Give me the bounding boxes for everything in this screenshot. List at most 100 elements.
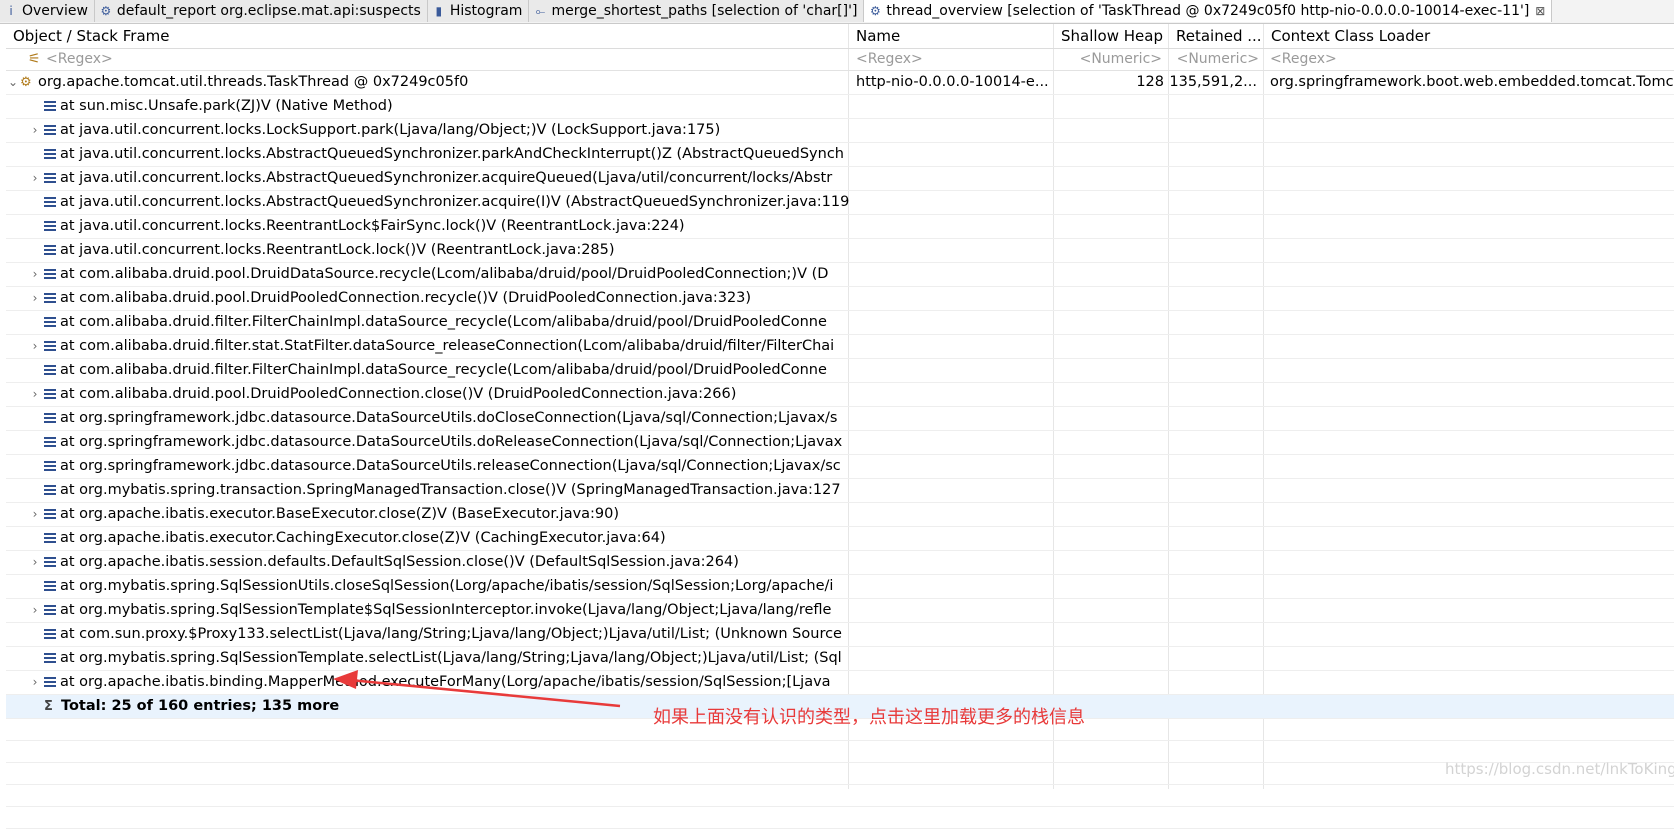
stack-frame-row[interactable]: › at java.util.concurrent.locks.AbstractQ… xyxy=(6,167,1674,191)
expand-chevron-icon[interactable]: › xyxy=(28,551,42,574)
stack-frame-label: at java.util.concurrent.locks.LockSuppor… xyxy=(60,122,721,138)
tab-label: Overview xyxy=(22,3,88,19)
stack-frame-label: at java.util.concurrent.locks.AbstractQu… xyxy=(60,170,833,186)
stack-frame-label: at java.util.concurrent.locks.AbstractQu… xyxy=(60,194,850,210)
stack-frame-icon xyxy=(44,293,56,303)
filter-loader-input[interactable]: <Regex> xyxy=(1270,49,1670,70)
stack-frame-row[interactable]: › at com.alibaba.druid.pool.DruidPooledCo… xyxy=(6,287,1674,311)
thread-row[interactable]: ⌄ ⚙ org.apache.tomcat.util.threads.TaskThr… xyxy=(6,71,1674,95)
filter-name-input[interactable]: <Regex> xyxy=(856,49,1046,70)
stack-frame-row[interactable]: › at org.apache.ibatis.executor.BaseExecu… xyxy=(6,503,1674,527)
stack-frame-row[interactable]: › at com.alibaba.druid.filter.stat.StatFi… xyxy=(6,335,1674,359)
stack-frame-row[interactable]: › at com.alibaba.druid.pool.DruidDataSour… xyxy=(6,263,1674,287)
filter-shallow-input[interactable]: <Numeric> xyxy=(1054,49,1162,70)
empty-row xyxy=(6,741,1674,763)
stack-frame-label: at org.apache.ibatis.binding.MapperMetho… xyxy=(60,674,831,690)
column-header-object[interactable]: Object / Stack Frame xyxy=(6,24,848,48)
stack-frame-row[interactable]: at org.springframework.jdbc.datasource.D… xyxy=(6,455,1674,479)
stack-frame-label: at java.util.concurrent.locks.ReentrantL… xyxy=(60,218,685,234)
stack-frame-row[interactable]: at java.util.concurrent.locks.ReentrantL… xyxy=(6,239,1674,263)
expand-chevron-icon[interactable]: › xyxy=(28,599,42,622)
stack-frame-icon xyxy=(44,173,56,183)
stack-frame-row[interactable]: at org.mybatis.spring.transaction.Spring… xyxy=(6,479,1674,503)
stack-frame-label: at com.alibaba.druid.pool.DruidPooledCon… xyxy=(60,290,752,306)
info-icon: i xyxy=(9,4,13,18)
stack-frame-icon xyxy=(44,269,56,279)
filter-retained-input[interactable]: <Numeric> xyxy=(1169,49,1259,70)
stack-frame-icon xyxy=(44,197,56,207)
column-header-context-class-loader[interactable]: Context Class Loader xyxy=(1264,24,1671,48)
editor-tab-bar: i Overview ⚙ default_report org.eclipse.mat… xyxy=(0,0,1674,24)
expand-chevron-icon[interactable]: › xyxy=(28,287,42,310)
stack-frame-row[interactable]: at java.util.concurrent.locks.AbstractQu… xyxy=(6,143,1674,167)
annotation-text: 如果上面没有认识的类型，点击这里加载更多的栈信息 xyxy=(653,707,1085,728)
stack-frame-icon xyxy=(44,533,56,543)
stack-frame-row[interactable]: at com.alibaba.druid.filter.FilterChainI… xyxy=(6,359,1674,383)
stack-frame-icon xyxy=(44,461,56,471)
stack-frame-icon xyxy=(44,677,56,687)
stack-frame-row[interactable]: › at java.util.concurrent.locks.LockSuppo… xyxy=(6,119,1674,143)
stack-frame-icon xyxy=(44,101,56,111)
thread-icon: ⚙ xyxy=(20,75,32,90)
tab-1[interactable]: ⚙ default_report org.eclipse.mat.api:susp… xyxy=(94,0,428,22)
stack-frame-row[interactable]: › at org.mybatis.spring.SqlSessionTemplat… xyxy=(6,599,1674,623)
stack-frame-label: at com.alibaba.druid.pool.DruidPooledCon… xyxy=(60,386,737,402)
column-header-retained[interactable]: Retained ... xyxy=(1169,24,1263,48)
collapse-chevron-icon[interactable]: ⌄ xyxy=(6,71,20,94)
stack-frame-label: at com.alibaba.druid.filter.FilterChainI… xyxy=(60,314,827,330)
stack-frame-label: at org.apache.ibatis.executor.CachingExe… xyxy=(60,530,666,546)
stack-frame-row[interactable]: at org.springframework.jdbc.datasource.D… xyxy=(6,431,1674,455)
expand-chevron-icon[interactable]: › xyxy=(28,119,42,142)
expand-chevron-icon[interactable]: › xyxy=(28,167,42,190)
stack-frame-row[interactable]: at com.alibaba.druid.filter.FilterChainI… xyxy=(6,311,1674,335)
stack-frame-icon xyxy=(44,509,56,519)
column-header-shallow-heap[interactable]: Shallow Heap xyxy=(1054,24,1168,48)
stack-frame-row[interactable]: at org.mybatis.spring.SqlSessionTemplate… xyxy=(6,647,1674,671)
stack-frame-row[interactable]: at org.apache.ibatis.executor.CachingExe… xyxy=(6,527,1674,551)
column-header-name[interactable]: Name xyxy=(849,24,1053,48)
stack-frame-row[interactable]: › at org.apache.ibatis.session.defaults.D… xyxy=(6,551,1674,575)
stack-frame-label: at org.mybatis.spring.SqlSessionTemplate… xyxy=(60,602,832,618)
expand-chevron-icon[interactable]: › xyxy=(28,383,42,406)
stack-frame-icon xyxy=(44,605,56,615)
stack-frame-row[interactable]: at java.util.concurrent.locks.ReentrantL… xyxy=(6,215,1674,239)
expand-chevron-icon[interactable]: › xyxy=(28,671,42,694)
stack-frame-icon xyxy=(44,389,56,399)
expand-chevron-icon[interactable]: › xyxy=(28,263,42,286)
filter-object-input[interactable]: <Regex> xyxy=(46,49,836,70)
stack-frame-icon xyxy=(44,437,56,447)
tab-label: thread_overview [selection of 'TaskThrea… xyxy=(886,3,1530,19)
thread-name: http-nio-0.0.0.0-10014-e... xyxy=(856,74,1049,90)
stack-frame-row[interactable]: at org.mybatis.spring.SqlSessionUtils.cl… xyxy=(6,575,1674,599)
filter-row: ⚟ <Regex> <Regex> <Numeric> <Numeric> <R… xyxy=(6,49,1674,71)
stack-frame-icon xyxy=(44,317,56,327)
stack-frame-icon xyxy=(44,341,56,351)
stack-frame-label: at org.springframework.jdbc.datasource.D… xyxy=(60,410,838,426)
expand-chevron-icon[interactable]: › xyxy=(28,335,42,358)
stack-frame-row[interactable]: at com.sun.proxy.$Proxy133.selectList(Lj… xyxy=(6,623,1674,647)
tab-0[interactable]: i Overview xyxy=(0,0,95,22)
stack-frame-row[interactable]: › at org.apache.ibatis.binding.MapperMeth… xyxy=(6,671,1674,695)
tab-3[interactable]: ⟜ merge_shortest_paths [selection of 'cha… xyxy=(529,0,865,22)
thread-shallow-heap: 128 xyxy=(1136,74,1164,90)
stack-frame-icon xyxy=(44,149,56,159)
filter-icon: ⚟ xyxy=(28,51,40,67)
expand-chevron-icon[interactable]: › xyxy=(28,503,42,526)
stack-frame-icon xyxy=(44,365,56,375)
stack-frame-icon xyxy=(44,245,56,255)
tab-label: Histogram xyxy=(449,3,523,19)
stack-frame-row[interactable]: at org.springframework.jdbc.datasource.D… xyxy=(6,407,1674,431)
stack-frame-label: at com.alibaba.druid.filter.FilterChainI… xyxy=(60,362,827,378)
stack-frame-icon xyxy=(44,653,56,663)
close-tab-icon[interactable]: ⊠ xyxy=(1535,4,1545,18)
empty-row xyxy=(6,763,1674,785)
stack-frame-row[interactable]: at java.util.concurrent.locks.AbstractQu… xyxy=(6,191,1674,215)
watermark: https://blog.csdn.net/lnkToKing xyxy=(1445,760,1674,778)
thread-icon: ⚙ xyxy=(870,4,881,18)
stack-frame-row[interactable]: › at com.alibaba.druid.pool.DruidPooledCo… xyxy=(6,383,1674,407)
stack-frame-row[interactable]: at sun.misc.Unsafe.park(ZJ)V (Native Met… xyxy=(6,95,1674,119)
tab-4[interactable]: ⚙ thread_overview [selection of 'TaskThre… xyxy=(864,0,1553,22)
table-header: Object / Stack Frame Name Shallow Heap R… xyxy=(6,24,1674,49)
stack-frame-icon xyxy=(44,629,56,639)
tab-2[interactable]: ▮ Histogram xyxy=(427,0,530,22)
